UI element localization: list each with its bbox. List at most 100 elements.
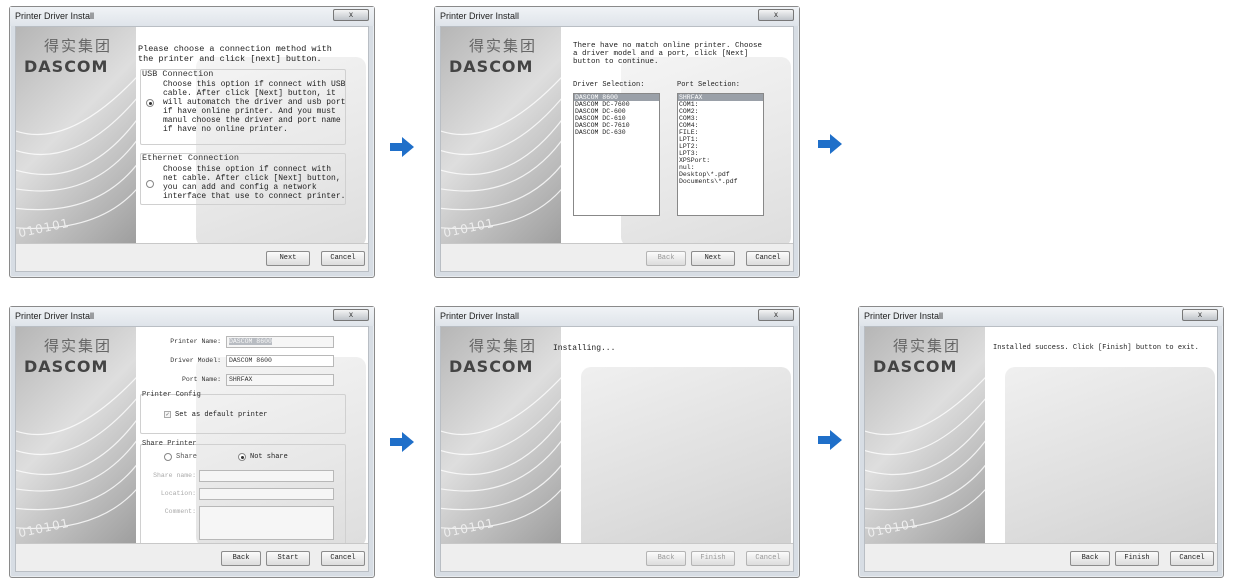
close-button[interactable]: x xyxy=(758,9,794,21)
port-name-field: SHRFAX xyxy=(226,374,334,386)
cancel-button[interactable]: Cancel xyxy=(321,251,365,266)
instruction-text: There have no match online printer. Choo… xyxy=(573,42,763,66)
dialog-client: 得实集团 DASCOM 010101 There have no match o… xyxy=(440,26,794,272)
logo-chinese: 得实集团 xyxy=(469,37,538,55)
printer-illustration xyxy=(581,367,791,567)
window-title: Printer Driver Install xyxy=(15,11,95,21)
driver-list-item[interactable]: DASCOM DC-7600 xyxy=(574,101,659,108)
ethernet-radio[interactable] xyxy=(146,180,154,188)
close-button[interactable]: x xyxy=(758,309,794,321)
close-button[interactable]: x xyxy=(1182,309,1218,321)
button-bar: Back Finish Cancel xyxy=(441,543,793,571)
usb-radio[interactable] xyxy=(146,99,154,107)
install-status-text: Installing... xyxy=(553,344,616,353)
printer-name-input[interactable]: DASCOM 8600 xyxy=(226,336,334,348)
default-printer-checkbox[interactable]: ✓ xyxy=(164,411,171,418)
share-radio[interactable] xyxy=(164,453,172,461)
share-label: Share xyxy=(176,453,198,461)
driver-list-item[interactable]: DASCOM DC-600 xyxy=(574,108,659,115)
driver-model-label: Driver Model: xyxy=(170,357,221,364)
logo-dascom: DASCOM xyxy=(449,357,534,376)
location-input[interactable] xyxy=(199,488,334,500)
brand-panel: 得实集团 DASCOM 010101 xyxy=(16,327,136,543)
dialog-client: 得实集团 DASCOM 010101 Printer Name: DASCOM … xyxy=(15,326,369,572)
port-listbox[interactable]: SHRFAX COM1: COM2: COM3: COM4: FILE: LPT1: LPT2… xyxy=(677,93,764,216)
port-list-item[interactable]: LPT1: xyxy=(678,136,763,143)
driver-list-item[interactable]: DASCOM DC-630 xyxy=(574,129,659,136)
title-bar: Printer Driver Install x xyxy=(435,7,799,26)
port-list-item[interactable]: Documents\*.pdf xyxy=(678,178,763,185)
not-share-radio[interactable] xyxy=(238,453,246,461)
installer-window-finished: Printer Driver Install x 得实集团 DASCOM 010… xyxy=(858,306,1224,578)
cancel-button[interactable]: Cancel xyxy=(321,551,365,566)
installer-window-printer-config: Printer Driver Install x 得实集团 DASCOM 010… xyxy=(9,306,375,578)
dialog-client: 得实集团 DASCOM 010101 Installing... Back Fi… xyxy=(440,326,794,572)
next-step-arrow-icon xyxy=(818,430,842,450)
window-title: Printer Driver Install xyxy=(864,311,944,321)
driver-list-item[interactable]: DASCOM DC-7610 xyxy=(574,122,659,129)
back-button[interactable]: Back xyxy=(221,551,261,566)
dialog-client: 得实集团 DASCOM 010101 Installed success. Cl… xyxy=(864,326,1218,572)
location-label: Location: xyxy=(160,490,196,497)
finish-button[interactable]: Finish xyxy=(691,551,735,566)
port-list-item[interactable]: XPSPort: xyxy=(678,157,763,164)
back-button[interactable]: Back xyxy=(1070,551,1110,566)
logo-dascom: DASCOM xyxy=(873,357,958,376)
port-list-item[interactable]: COM1: xyxy=(678,101,763,108)
close-button[interactable]: x xyxy=(333,309,369,321)
next-button[interactable]: Next xyxy=(266,251,310,266)
finish-button[interactable]: Finish xyxy=(1115,551,1159,566)
port-list-item[interactable]: Desktop\*.pdf xyxy=(678,171,763,178)
next-button[interactable]: Next xyxy=(691,251,735,266)
driver-selection-label: Driver Selection: xyxy=(573,81,645,89)
brand-panel: 得实集团 DASCOM 010101 xyxy=(441,327,561,543)
window-title: Printer Driver Install xyxy=(440,311,520,321)
ethernet-description: Choose thise option if connect with net … xyxy=(163,165,346,201)
next-step-arrow-icon xyxy=(390,137,414,157)
driver-list-item[interactable]: DASCOM DC-610 xyxy=(574,115,659,122)
share-name-input[interactable] xyxy=(199,470,334,482)
logo-chinese: 得实集团 xyxy=(469,337,538,355)
port-list-item[interactable]: COM3: xyxy=(678,115,763,122)
back-button[interactable]: Back xyxy=(646,251,686,266)
logo-dascom: DASCOM xyxy=(449,57,534,76)
title-bar: Printer Driver Install x xyxy=(10,7,374,26)
title-bar: Printer Driver Install x xyxy=(859,307,1223,326)
cancel-button[interactable]: Cancel xyxy=(1170,551,1214,566)
button-bar: Next Cancel xyxy=(16,243,368,271)
port-name-label: Port Name: xyxy=(181,376,221,383)
not-share-label: Not share xyxy=(250,453,288,461)
close-button[interactable]: x xyxy=(333,9,369,21)
driver-listbox[interactable]: DASCOM 8600 DASCOM DC-7600 DASCOM DC-600 DA… xyxy=(573,93,660,216)
driver-model-field: DASCOM 8600 xyxy=(226,355,334,367)
logo-dascom: DASCOM xyxy=(24,357,109,376)
dialog-client: 得实集团 DASCOM 010101 Please choose a conne… xyxy=(15,26,369,272)
title-bar: Printer Driver Install x xyxy=(435,307,799,326)
logo-chinese: 得实集团 xyxy=(44,337,113,355)
start-button[interactable]: Start xyxy=(266,551,310,566)
next-step-arrow-icon xyxy=(390,432,414,452)
printer-name-value: DASCOM 8600 xyxy=(229,338,272,345)
window-title: Printer Driver Install xyxy=(440,11,520,21)
ethernet-connection-title: Ethernet Connection xyxy=(142,153,239,163)
logo-chinese: 得实集团 xyxy=(893,337,962,355)
port-list-item[interactable]: FILE: xyxy=(678,129,763,136)
port-list-item[interactable]: COM2: xyxy=(678,108,763,115)
cancel-button[interactable]: Cancel xyxy=(746,551,790,566)
brand-panel: 得实集团 DASCOM 010101 xyxy=(865,327,985,543)
cancel-button[interactable]: Cancel xyxy=(746,251,790,266)
port-selection-label: Port Selection: xyxy=(677,81,741,89)
port-list-item[interactable]: COM4: xyxy=(678,122,763,129)
back-button[interactable]: Back xyxy=(646,551,686,566)
printer-config-title: Printer Config xyxy=(142,391,201,399)
port-list-item[interactable]: SHRFAX xyxy=(678,94,763,101)
share-name-label: Share name: xyxy=(153,472,196,479)
port-list-item[interactable]: LPT3: xyxy=(678,150,763,157)
port-list-item[interactable]: nul: xyxy=(678,164,763,171)
comment-textarea[interactable] xyxy=(199,506,334,540)
button-bar: Back Finish Cancel xyxy=(865,543,1217,571)
driver-list-item[interactable]: DASCOM 8600 xyxy=(574,94,659,101)
printer-name-label: Printer Name: xyxy=(170,338,221,345)
button-bar: Back Next Cancel xyxy=(441,243,793,271)
port-list-item[interactable]: LPT2: xyxy=(678,143,763,150)
